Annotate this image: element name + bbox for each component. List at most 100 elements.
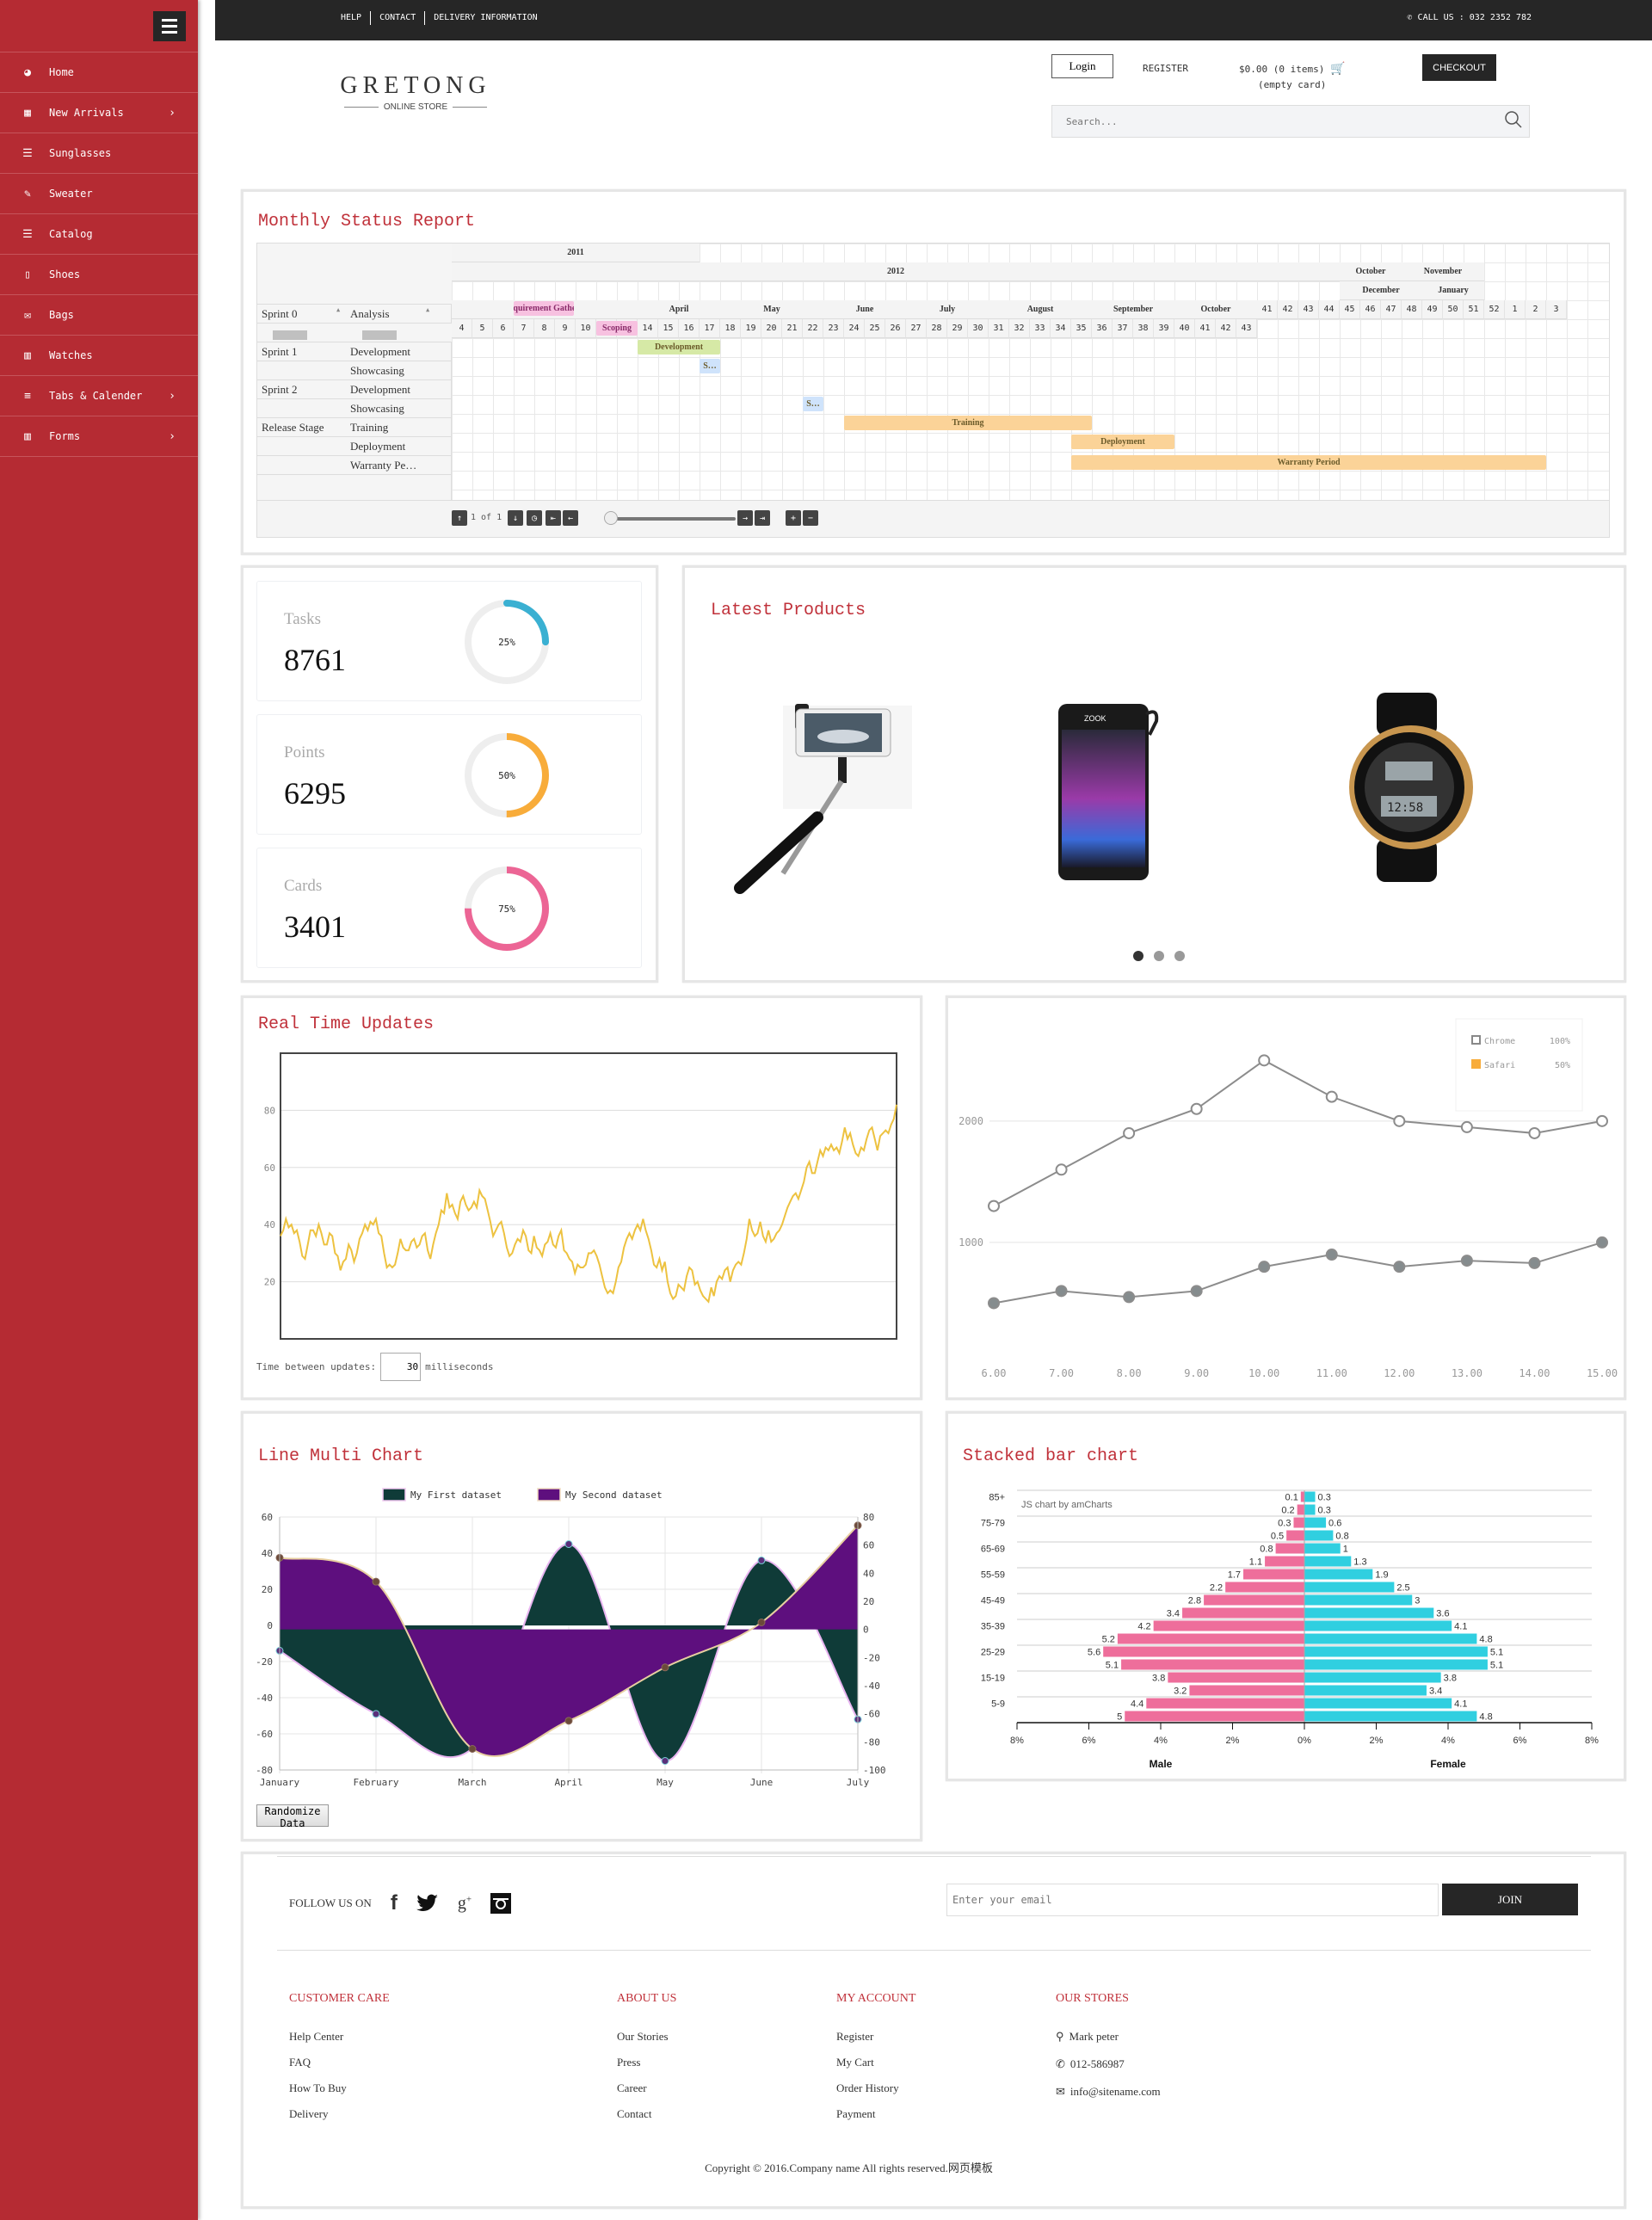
footer-link[interactable]: Press	[617, 2056, 676, 2069]
bar-male[interactable]	[1243, 1569, 1304, 1580]
search-icon[interactable]	[1498, 110, 1529, 133]
bar-male[interactable]	[1117, 1633, 1304, 1644]
data-point[interactable]	[757, 1556, 766, 1564]
gantt-bar[interactable]: S…	[803, 397, 823, 411]
legend-label[interactable]: My First dataset	[410, 1489, 502, 1501]
bar-male[interactable]	[1153, 1620, 1304, 1631]
cart[interactable]: $0.00 (0 items) 🛒 (empty card)	[1239, 62, 1345, 90]
data-point[interactable]	[988, 1297, 1000, 1310]
legend-swatch[interactable]	[382, 1488, 406, 1502]
bar-male[interactable]	[1182, 1607, 1304, 1619]
data-point[interactable]	[1190, 1102, 1203, 1115]
data-point[interactable]	[564, 1540, 573, 1548]
bar-male[interactable]	[1125, 1711, 1304, 1722]
data-point[interactable]	[1528, 1256, 1541, 1269]
product-sports-watch[interactable]: 12:58	[1342, 693, 1489, 882]
move-start-button[interactable]: ⇤	[546, 510, 561, 526]
bar-male[interactable]	[1297, 1504, 1304, 1515]
sidebar-item-home[interactable]: ◕ Home	[0, 52, 198, 93]
data-point[interactable]	[757, 1619, 766, 1626]
facebook-icon[interactable]: f	[391, 1891, 398, 1915]
horizontal-scrollbar-thumb[interactable]	[362, 330, 397, 340]
gantt-task-row[interactable]: Sprint 1 Development	[257, 342, 452, 361]
footer-link[interactable]: FAQ	[289, 2056, 390, 2069]
bar-female[interactable]	[1304, 1504, 1316, 1515]
legend-swatch[interactable]	[537, 1488, 561, 1502]
footer-link[interactable]: My Cart	[836, 2056, 915, 2069]
footer-link[interactable]: Career	[617, 2081, 676, 2095]
bar-male[interactable]	[1286, 1530, 1304, 1541]
bar-female[interactable]	[1304, 1569, 1373, 1580]
bar-female[interactable]	[1304, 1543, 1341, 1554]
data-point[interactable]	[1596, 1114, 1608, 1127]
bar-female[interactable]	[1304, 1517, 1327, 1528]
legend-label[interactable]: My Second dataset	[565, 1489, 663, 1501]
today-button[interactable]: ◷	[527, 510, 542, 526]
search-input[interactable]	[1052, 115, 1498, 127]
zoom-slider-handle[interactable]	[604, 511, 618, 525]
bar-female[interactable]	[1304, 1711, 1477, 1722]
scroll-down-button[interactable]: ↓	[508, 510, 523, 526]
footer-link[interactable]: Order History	[836, 2081, 915, 2095]
login-button[interactable]: Login	[1051, 54, 1113, 78]
vertical-spinner[interactable]: ▲	[336, 306, 340, 313]
move-left-button[interactable]: ←	[563, 510, 578, 526]
data-point[interactable]	[372, 1577, 380, 1586]
google-plus-icon[interactable]: g+	[458, 1894, 472, 1914]
data-point[interactable]	[988, 1199, 1000, 1212]
sidebar-item-new-arrivals[interactable]: ▦ New Arrivals ›	[0, 93, 198, 133]
bar-male[interactable]	[1300, 1491, 1304, 1502]
data-point[interactable]	[1055, 1285, 1068, 1298]
data-point[interactable]	[1393, 1114, 1406, 1127]
menu-toggle-button[interactable]	[153, 11, 186, 41]
bar-male[interactable]	[1121, 1659, 1304, 1670]
gantt-task-row[interactable]: Showcasing	[257, 361, 452, 380]
data-point[interactable]	[564, 1717, 573, 1725]
bar-female[interactable]	[1304, 1491, 1316, 1502]
bar-male[interactable]	[1168, 1672, 1304, 1683]
bar-female[interactable]	[1304, 1582, 1395, 1593]
gantt-bar[interactable]: Training	[844, 416, 1092, 430]
bar-female[interactable]	[1304, 1698, 1452, 1709]
bar-female[interactable]	[1304, 1530, 1334, 1541]
zoom-in-button[interactable]: +	[786, 510, 801, 526]
bar-female[interactable]	[1304, 1594, 1413, 1606]
data-point[interactable]	[468, 1745, 477, 1753]
data-point[interactable]	[1325, 1249, 1338, 1261]
gantt-task-row[interactable]: Warranty Pe…	[257, 456, 452, 475]
bar-female[interactable]	[1304, 1646, 1488, 1657]
data-point[interactable]	[1325, 1090, 1338, 1103]
bar-male[interactable]	[1265, 1556, 1304, 1567]
gantt-task-row[interactable]: Sprint 2 Development	[257, 380, 452, 399]
gantt-bar[interactable]: Deployment	[1071, 435, 1174, 449]
footer-link[interactable]: Contact	[617, 2107, 676, 2121]
sidebar-item-shoes[interactable]: ▯ Shoes	[0, 255, 198, 295]
bar-male[interactable]	[1103, 1646, 1304, 1657]
move-right-button[interactable]: →	[737, 510, 753, 526]
bar-male[interactable]	[1293, 1517, 1304, 1528]
bar-female[interactable]	[1304, 1685, 1427, 1696]
data-point[interactable]	[1258, 1054, 1271, 1067]
logo[interactable]: GRETONG ONLINE STORE	[337, 72, 494, 112]
sidebar-item-sunglasses[interactable]: ☰ Sunglasses	[0, 133, 198, 174]
data-point[interactable]	[1460, 1120, 1473, 1133]
gantt-bar[interactable]: Warranty Period	[1071, 455, 1546, 470]
data-point[interactable]	[1258, 1261, 1271, 1273]
carousel-dot[interactable]	[1154, 951, 1164, 961]
bar-female[interactable]	[1304, 1672, 1441, 1683]
product-selfie-stick[interactable]	[723, 688, 921, 895]
contact-link[interactable]: CONTACT	[370, 11, 424, 25]
sidebar-item-sweater[interactable]: ✎ Sweater	[0, 174, 198, 214]
horizontal-scrollbar-thumb[interactable]	[273, 330, 307, 340]
footer-link[interactable]: Register	[836, 2030, 915, 2044]
bar-female[interactable]	[1304, 1607, 1434, 1619]
bar-male[interactable]	[1146, 1698, 1304, 1709]
data-point[interactable]	[1528, 1126, 1541, 1139]
sidebar-item-tabs-calender[interactable]: ≡ Tabs & Calender ›	[0, 376, 198, 416]
scroll-up-button[interactable]: ↑	[452, 510, 467, 526]
bar-female[interactable]	[1304, 1620, 1452, 1631]
bar-male[interactable]	[1204, 1594, 1304, 1606]
help-link[interactable]: HELP	[341, 11, 370, 25]
sidebar-item-bags[interactable]: ✉ Bags	[0, 295, 198, 336]
join-button[interactable]: JOIN	[1442, 1884, 1578, 1915]
